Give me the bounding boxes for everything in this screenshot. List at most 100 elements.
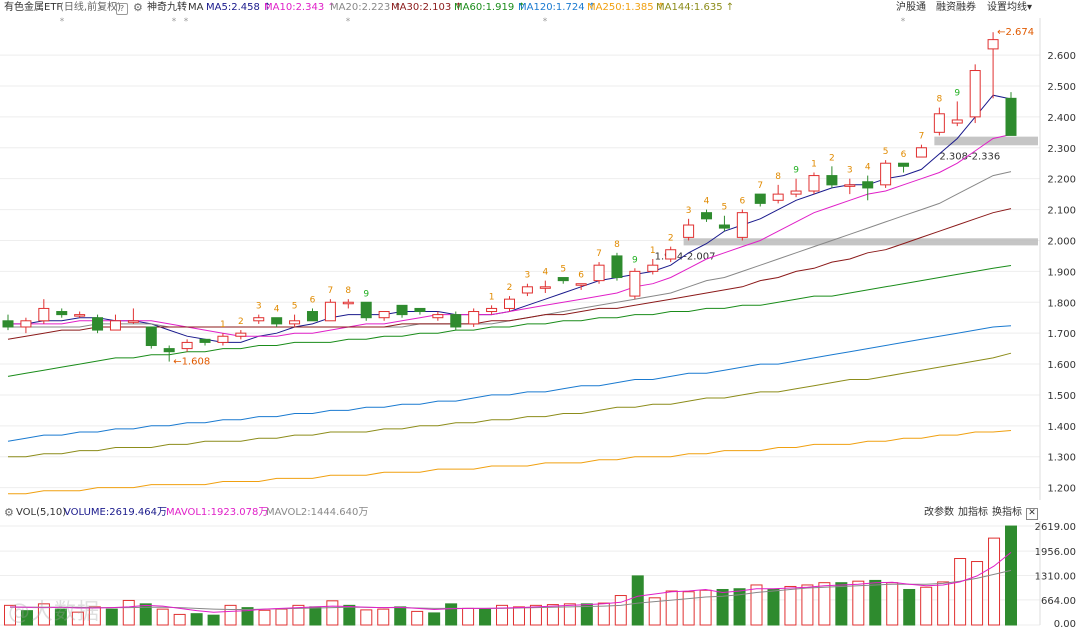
nine-turn-label: 4 <box>274 305 280 315</box>
volume-bar <box>156 608 169 626</box>
y-tick-label: 1956.00 <box>1035 547 1076 558</box>
volume-bar <box>207 614 220 626</box>
volume-bar <box>428 612 441 626</box>
y-tick-label: 2.000 <box>1047 236 1076 247</box>
ma-line-ma30 <box>7 208 1012 340</box>
y-tick-label: 2.600 <box>1047 51 1076 62</box>
nine-turn-label: 6 <box>901 150 907 160</box>
candle <box>38 307 50 322</box>
candle <box>432 314 444 319</box>
event-marker-icon: * <box>543 17 548 27</box>
nine-turn-label: 7 <box>328 286 334 296</box>
candle <box>504 298 515 309</box>
ma-line-ma250 <box>8 430 1012 495</box>
nine-turn-label: 7 <box>757 181 763 191</box>
volume-bar <box>954 558 967 626</box>
candle <box>1005 97 1017 136</box>
gap-zone <box>683 238 1038 246</box>
candle <box>647 264 659 272</box>
link-add-indicator[interactable]: 加指标 <box>958 505 988 521</box>
candle <box>665 249 677 260</box>
nine-turn-label: 3 <box>686 206 692 216</box>
gap-zone-label: 1.984-2.007 <box>655 251 716 262</box>
candle <box>2 320 14 328</box>
event-marker-icon: * <box>172 17 177 27</box>
volume-bar <box>445 603 458 626</box>
candle <box>289 320 301 325</box>
mavol2-value: MAVOL2:1444.640万 <box>266 507 369 518</box>
candle <box>253 317 265 322</box>
candle <box>683 224 695 238</box>
y-tick-label: 1.500 <box>1047 391 1076 402</box>
nine-turn-label: 3 <box>256 302 262 312</box>
candle <box>360 301 372 319</box>
price-annotation: ←2.674 <box>997 27 1034 38</box>
candle <box>808 175 820 192</box>
candle <box>127 320 139 323</box>
nine-turn-label: 8 <box>775 172 781 182</box>
candle <box>74 314 86 317</box>
y-tick-label: 0.00 <box>1054 619 1076 630</box>
gear-icon[interactable]: ⚙ <box>4 505 14 521</box>
candle <box>56 311 68 316</box>
candle <box>109 320 121 331</box>
candle <box>575 283 587 286</box>
volume-bar <box>394 606 407 626</box>
volume-bar <box>1005 525 1017 626</box>
candle <box>539 286 551 289</box>
nine-turn-label: 4 <box>542 268 548 278</box>
candle <box>844 184 856 187</box>
ma-line-ma144 <box>8 352 1012 458</box>
event-marker-icon: * <box>346 17 351 27</box>
volume-bar <box>326 600 339 626</box>
candle <box>92 317 104 331</box>
y-tick-label: 2619.00 <box>1035 522 1076 533</box>
y-tick-label: 2.300 <box>1047 144 1076 155</box>
y-tick-label: 1.400 <box>1047 422 1076 433</box>
nine-turn-label: 1 <box>489 292 495 302</box>
volume-bar <box>682 591 695 626</box>
ma-line-ma120 <box>7 325 1012 442</box>
nine-turn-label: 3 <box>525 271 531 281</box>
candle <box>987 39 999 50</box>
event-marker-icon: * <box>901 17 906 27</box>
y-tick-label: 664.00 <box>1041 596 1076 607</box>
nine-turn-label: 8 <box>345 286 351 296</box>
volume-bar <box>903 588 916 626</box>
volume-bar <box>462 607 475 626</box>
volume-bar <box>479 608 492 626</box>
candle <box>790 190 802 195</box>
volume-bar <box>767 588 780 626</box>
candle <box>414 307 426 313</box>
volume-value: VOLUME:2619.464万 <box>64 507 167 518</box>
nine-turn-label: 4 <box>865 163 871 173</box>
candle <box>396 304 408 316</box>
volume-bar <box>699 589 712 626</box>
candle <box>772 193 784 201</box>
candle <box>20 320 32 328</box>
volume-chart[interactable]: 0.00 664.00 1310.00 1956.00 2619.00 <box>0 521 1080 631</box>
nine-turn-label: 8 <box>936 95 942 105</box>
event-marker-icon: * <box>184 17 189 27</box>
candle <box>468 311 480 325</box>
nine-turn-label: 5 <box>883 147 889 157</box>
volume-bar <box>105 608 118 626</box>
volume-title[interactable]: VOL(5,10) <box>16 505 66 521</box>
candle <box>629 270 641 297</box>
price-chart[interactable]: 1.200 1.300 1.400 1.500 1.600 1.700 1.800 1.900… <box>0 0 1080 505</box>
volume-bar <box>886 582 899 626</box>
link-switch-indicator[interactable]: 换指标 <box>992 505 1022 521</box>
candle <box>611 255 623 279</box>
volume-bar <box>665 590 678 626</box>
nine-turn-label: 2 <box>668 234 674 244</box>
nine-turn-label: 3 <box>847 166 853 176</box>
link-edit-params[interactable]: 改参数 <box>924 505 954 521</box>
volume-bar <box>190 613 203 626</box>
volume-bar <box>275 608 288 626</box>
candle <box>701 212 713 220</box>
candle <box>880 162 892 186</box>
close-icon[interactable]: ✕ <box>1026 508 1038 520</box>
candle <box>718 224 730 229</box>
gap-zone <box>934 136 1038 146</box>
nine-turn-label: 6 <box>578 271 584 281</box>
